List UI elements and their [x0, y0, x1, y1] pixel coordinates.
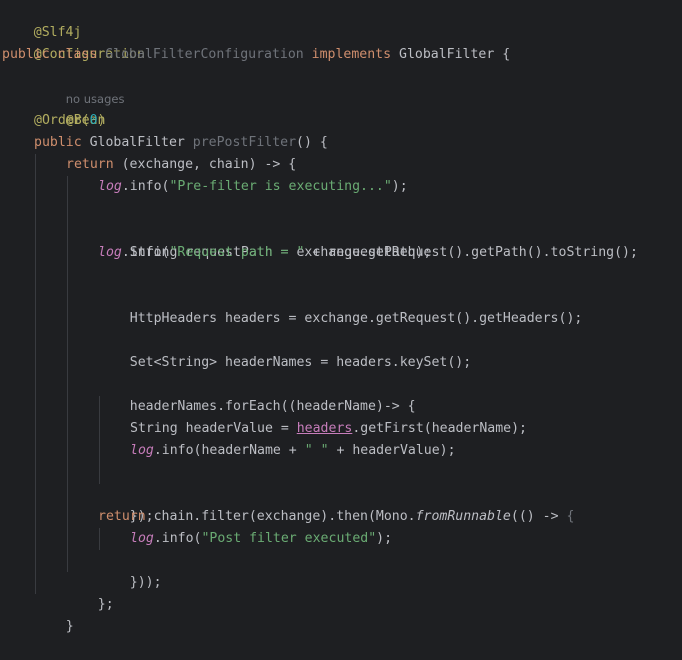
- method-call: .info(: [153, 531, 202, 546]
- method-call: .info(headerName +: [153, 443, 305, 458]
- code-line-8: log.info("Pre-filter is executing...");: [98, 176, 408, 198]
- code-line-18: log.info("Post filter executed");: [130, 528, 392, 550]
- code-line-19: }));: [98, 550, 162, 590]
- statement-end: );: [376, 531, 393, 546]
- annotation-paren: ): [97, 113, 106, 128]
- lambda-brace: {: [566, 509, 575, 524]
- statement: HttpHeaders headers = exchange.getReques…: [129, 311, 583, 326]
- keyword: return: [66, 157, 114, 172]
- statement: chain.filter(exchange).then(Mono.: [145, 509, 416, 524]
- code-line-12: Set<String> headerNames = headers.keySet…: [98, 330, 471, 370]
- block-close: }: [65, 619, 74, 634]
- keyword: implements: [303, 47, 399, 62]
- code-line-3: public class GlobalFilterConfiguration i…: [2, 44, 510, 66]
- class-name: GlobalFilterConfiguration: [105, 47, 304, 62]
- indent-guide: [67, 176, 68, 572]
- log-field: log: [98, 179, 122, 194]
- code-line-2: @Configuration: [2, 22, 145, 62]
- string-literal: "Post filter executed": [201, 531, 377, 546]
- statement: headerNames.forEach((headerName)-> {: [129, 399, 416, 414]
- code-line-14: String headerValue = headers.getFirst(he…: [130, 418, 527, 440]
- code-line-9: String requestPath = exchange.getRequest…: [98, 220, 638, 260]
- code-line-21: }: [34, 594, 74, 634]
- code-editor[interactable]: @Slf4j @Configuration public class Globa…: [0, 0, 682, 634]
- string-literal: " ": [304, 443, 329, 458]
- method-params: () {: [296, 135, 328, 150]
- return-type: GlobalFilter: [89, 135, 193, 150]
- code-line-10: log.info("Request path = " + requestPath…: [98, 242, 432, 264]
- method-call: .info(: [121, 245, 170, 260]
- block-close: };: [97, 597, 114, 612]
- code-line-6: public GlobalFilter prePostFilter() {: [34, 132, 328, 154]
- log-field: log: [98, 245, 122, 260]
- statement-end: + requestPath);: [304, 245, 432, 260]
- static-method: fromRunnable: [415, 509, 511, 524]
- statement: Set<String> headerNames = headers.keySet…: [129, 355, 472, 370]
- code-line-13: headerNames.forEach((headerName)-> {: [98, 374, 416, 414]
- block-close: }));: [129, 575, 162, 590]
- method-call: .getFirst(headerName);: [352, 421, 527, 436]
- interface-name: GlobalFilter {: [399, 47, 511, 62]
- annotation-order: @Order(: [34, 113, 90, 128]
- keyword: public class: [2, 47, 106, 62]
- headers-reference[interactable]: headers: [297, 421, 353, 436]
- statement-end: );: [391, 179, 408, 194]
- code-line-1: @Slf4j: [2, 0, 82, 40]
- code-line-11: HttpHeaders headers = exchange.getReques…: [98, 286, 583, 326]
- code-line-17: return chain.filter(exchange).then(Mono.…: [98, 506, 574, 528]
- number-literal: 0: [89, 113, 98, 128]
- method-name: prePostFilter: [192, 135, 297, 150]
- usage-hint-line: no usages: [34, 66, 125, 106]
- method-call: .info(: [121, 179, 170, 194]
- statement: String headerValue =: [130, 421, 297, 436]
- code-line-4: @Bean: [34, 88, 106, 128]
- indent-guide: [35, 154, 36, 594]
- lambda-arrow: (() ->: [510, 509, 567, 524]
- code-line-20: };: [66, 572, 114, 612]
- code-line-16: });: [98, 484, 154, 524]
- keyword: public: [34, 135, 90, 150]
- statement-end: + headerValue);: [328, 443, 456, 458]
- keyword: return: [98, 509, 146, 524]
- string-literal: "Pre-filter is executing...": [169, 179, 392, 194]
- string-literal: "Request path = ": [169, 245, 305, 260]
- code-line-15: log.info(headerName + " " + headerValue)…: [130, 440, 456, 462]
- code-line-7: return (exchange, chain) -> {: [66, 154, 296, 176]
- lambda-header: (exchange, chain) -> {: [113, 157, 297, 172]
- code-line-5: @Order(0): [34, 110, 105, 132]
- log-field: log: [130, 531, 154, 546]
- log-field: log: [130, 443, 154, 458]
